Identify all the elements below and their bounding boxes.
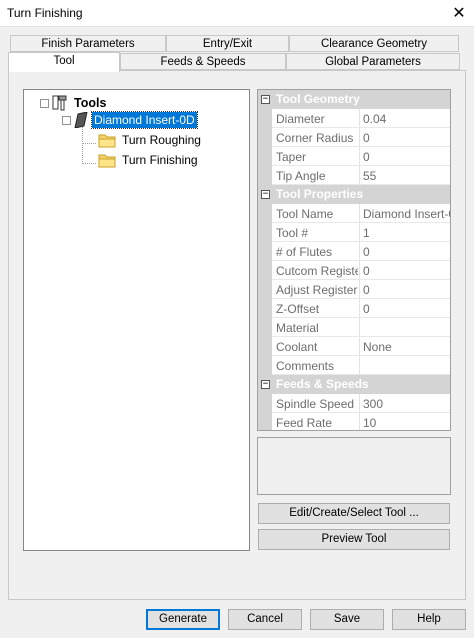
tab-clearance-geometry[interactable]: Clearance Geometry bbox=[289, 35, 459, 52]
property-value[interactable]: 0 bbox=[363, 302, 450, 316]
help-button[interactable]: Help bbox=[392, 609, 466, 630]
close-icon[interactable]: ✕ bbox=[444, 0, 474, 27]
generate-button[interactable]: Generate bbox=[146, 609, 220, 630]
tree-connector bbox=[82, 143, 96, 144]
tree-node-tools[interactable]: ⊟ Tools bbox=[40, 95, 106, 111]
category-tool-geometry[interactable]: − Tool Geometry bbox=[258, 90, 450, 109]
property-name: Tool Name bbox=[276, 207, 334, 221]
tab-finish-parameters[interactable]: Finish Parameters bbox=[10, 35, 166, 52]
property-name: Cutcom Registe bbox=[276, 264, 358, 278]
collapse-icon[interactable]: − bbox=[62, 115, 71, 125]
tools-icon bbox=[52, 95, 68, 111]
property-name: Spindle Speed bbox=[276, 397, 355, 411]
collapse-icon[interactable]: − bbox=[261, 95, 270, 104]
tool-tree[interactable]: ⊟ Tools − Diamond Insert-0D Turn Roughin… bbox=[23, 89, 250, 551]
property-row[interactable]: Corner Radius 0 bbox=[258, 128, 450, 147]
tree-label-diamond-insert: Diamond Insert-0D bbox=[91, 111, 198, 129]
property-name: Corner Radius bbox=[276, 131, 354, 145]
tab-label: Tool bbox=[53, 55, 75, 67]
property-row[interactable]: Feed Rate 10 bbox=[258, 413, 450, 430]
property-name: Coolant bbox=[276, 340, 318, 354]
tree-node-turn-finishing[interactable]: Turn Finishing bbox=[98, 153, 198, 168]
tree-node-turn-roughing[interactable]: Turn Roughing bbox=[98, 133, 201, 148]
tab-label: Finish Parameters bbox=[41, 38, 135, 50]
category-label: Tool Properties bbox=[276, 187, 364, 201]
collapse-icon[interactable]: ⊟ bbox=[40, 98, 49, 108]
edit-create-select-tool-button[interactable]: Edit/Create/Select Tool ... bbox=[258, 503, 450, 524]
property-value[interactable]: 300 bbox=[363, 397, 450, 411]
preview-tool-button[interactable]: Preview Tool bbox=[258, 529, 450, 550]
folder-icon bbox=[98, 133, 116, 148]
property-value[interactable]: 0 bbox=[363, 264, 450, 278]
property-row[interactable]: Comments bbox=[258, 356, 450, 375]
property-row[interactable]: Tip Angle 55 bbox=[258, 166, 450, 185]
property-value[interactable]: 0 bbox=[363, 245, 450, 259]
property-name: Tool # bbox=[276, 226, 309, 240]
property-value[interactable]: 10 bbox=[363, 416, 450, 430]
property-row[interactable]: Tool Name Diamond Insert-0 bbox=[258, 204, 450, 223]
property-row[interactable]: Coolant None bbox=[258, 337, 450, 356]
tab-label: Feeds & Speeds bbox=[160, 56, 246, 68]
property-name: Taper bbox=[276, 150, 307, 164]
tree-node-diamond-insert[interactable]: − Diamond Insert-0D bbox=[62, 111, 198, 129]
property-value[interactable]: Diamond Insert-0 bbox=[363, 207, 450, 221]
title-bar: Turn Finishing ✕ bbox=[0, 0, 474, 27]
collapse-icon[interactable]: − bbox=[261, 190, 270, 199]
property-name: Z-Offset bbox=[276, 302, 320, 316]
property-row[interactable]: # of Flutes 0 bbox=[258, 242, 450, 261]
category-label: Feeds & Speeds bbox=[276, 377, 369, 391]
tree-label-turn-finishing: Turn Finishing bbox=[122, 153, 198, 167]
property-name: Material bbox=[276, 321, 319, 335]
property-name: # of Flutes bbox=[276, 245, 333, 259]
property-row[interactable]: Adjust Register 0 bbox=[258, 280, 450, 299]
category-tool-properties[interactable]: − Tool Properties bbox=[258, 185, 450, 204]
property-row[interactable]: Material bbox=[258, 318, 450, 337]
property-value[interactable]: 0.04 bbox=[363, 112, 450, 126]
tab-entry-exit[interactable]: Entry/Exit bbox=[166, 35, 289, 52]
property-value[interactable]: 0 bbox=[363, 131, 450, 145]
tab-label: Clearance Geometry bbox=[320, 38, 428, 50]
tree-connector bbox=[82, 163, 96, 164]
tree-label-tools: Tools bbox=[74, 96, 107, 110]
window-title: Turn Finishing bbox=[7, 6, 83, 20]
property-value[interactable]: 0 bbox=[363, 150, 450, 164]
property-name: Comments bbox=[276, 359, 335, 373]
save-button[interactable]: Save bbox=[310, 609, 384, 630]
property-row[interactable]: Taper 0 bbox=[258, 147, 450, 166]
property-value[interactable]: 55 bbox=[363, 169, 450, 183]
category-label: Tool Geometry bbox=[276, 92, 360, 106]
property-value[interactable]: 0 bbox=[363, 283, 450, 297]
property-name: Diameter bbox=[276, 112, 325, 126]
property-row[interactable]: Spindle Speed 300 bbox=[258, 394, 450, 413]
property-name: Adjust Register bbox=[276, 283, 358, 297]
insert-tool-icon bbox=[74, 111, 88, 129]
property-name: Tip Angle bbox=[276, 169, 326, 183]
property-row[interactable]: Cutcom Registe 0 bbox=[258, 261, 450, 280]
property-row[interactable]: Diameter 0.04 bbox=[258, 109, 450, 128]
collapse-icon[interactable]: − bbox=[261, 380, 270, 389]
tab-label: Entry/Exit bbox=[202, 38, 253, 50]
folder-icon bbox=[98, 153, 116, 168]
tab-feeds-speeds[interactable]: Feeds & Speeds bbox=[120, 53, 286, 70]
property-row[interactable]: Z-Offset 0 bbox=[258, 299, 450, 318]
property-value[interactable]: 1 bbox=[363, 226, 450, 240]
property-name: Feed Rate bbox=[276, 416, 333, 430]
category-feeds-speeds[interactable]: − Feeds & Speeds bbox=[258, 375, 450, 394]
tab-tool[interactable]: Tool bbox=[8, 52, 120, 72]
property-row[interactable]: Tool # 1 bbox=[258, 223, 450, 242]
cancel-button[interactable]: Cancel bbox=[228, 609, 302, 630]
property-description-pane bbox=[257, 437, 451, 495]
tab-label: Global Parameters bbox=[325, 56, 421, 68]
property-value[interactable]: None bbox=[363, 340, 450, 354]
tree-label-turn-roughing: Turn Roughing bbox=[122, 133, 201, 147]
tab-global-parameters[interactable]: Global Parameters bbox=[286, 53, 460, 70]
property-grid[interactable]: − Tool Geometry Diameter 0.04 Corner Radi… bbox=[257, 89, 451, 431]
